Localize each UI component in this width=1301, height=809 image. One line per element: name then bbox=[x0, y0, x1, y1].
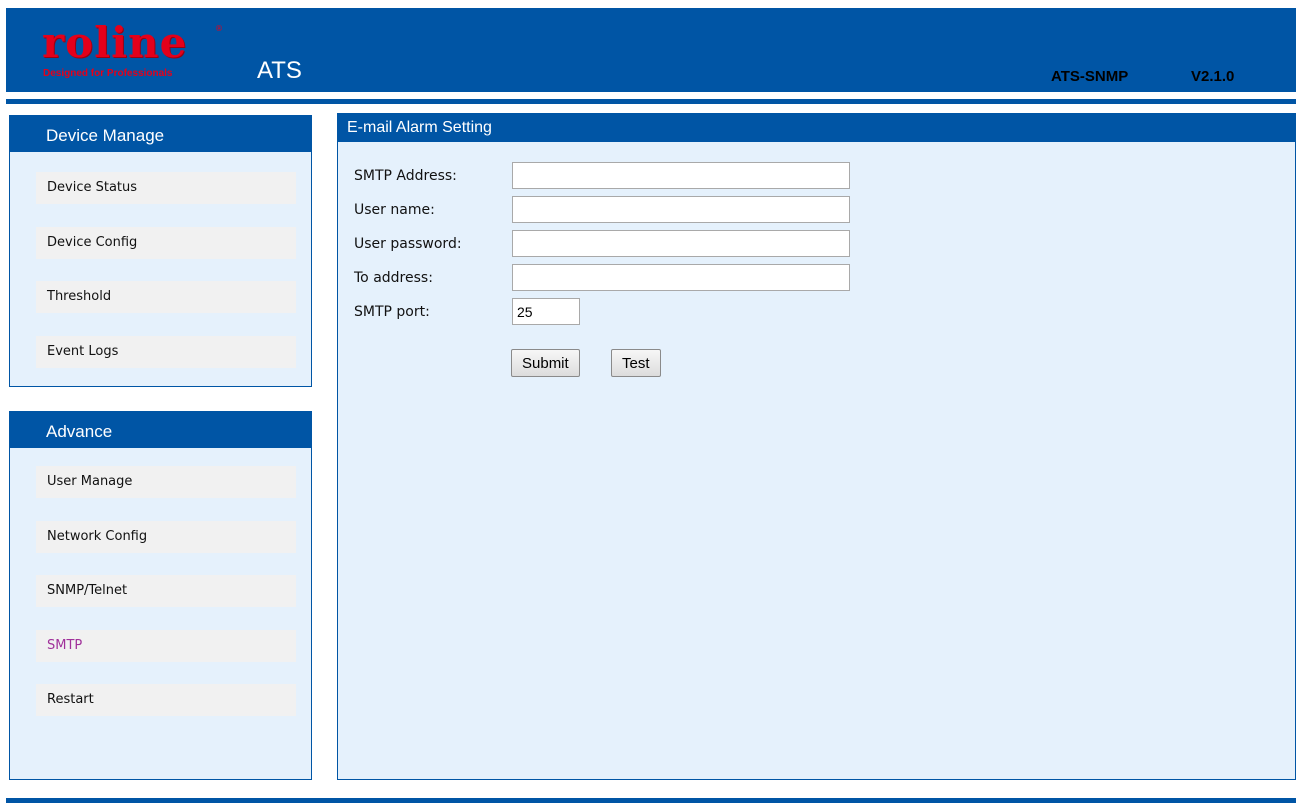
header-divider bbox=[6, 99, 1296, 104]
footer-divider bbox=[6, 798, 1296, 803]
to-address-input[interactable] bbox=[512, 264, 850, 291]
nav-device-config[interactable]: Device Config bbox=[36, 227, 296, 259]
email-alarm-panel: E-mail Alarm Setting SMTP Address: User … bbox=[337, 113, 1296, 780]
logo-registered-mark: ® bbox=[215, 24, 223, 33]
nav-device-status[interactable]: Device Status bbox=[36, 172, 296, 204]
device-manage-panel: Device Manage Device Status Device Confi… bbox=[9, 115, 312, 387]
smtp-port-input[interactable] bbox=[512, 298, 580, 325]
app-title: ATS bbox=[257, 57, 302, 84]
to-address-label: To address: bbox=[354, 270, 433, 286]
advance-heading: Advance bbox=[10, 412, 311, 448]
nav-threshold[interactable]: Threshold bbox=[36, 281, 296, 313]
roline-logo: roline ® Designed for Professionals bbox=[42, 18, 228, 84]
test-button[interactable]: Test bbox=[611, 349, 661, 377]
submit-button[interactable]: Submit bbox=[511, 349, 580, 377]
user-name-label: User name: bbox=[354, 202, 435, 218]
nav-smtp[interactable]: SMTP bbox=[36, 630, 296, 662]
user-password-label: User password: bbox=[354, 236, 462, 252]
firmware-version: V2.1.0 bbox=[1191, 68, 1235, 85]
email-alarm-heading: E-mail Alarm Setting bbox=[338, 114, 1295, 142]
logo-wordmark: roline bbox=[42, 18, 188, 67]
logo-tagline: Designed for Professionals bbox=[43, 68, 173, 79]
nav-event-logs[interactable]: Event Logs bbox=[36, 336, 296, 368]
advance-panel: Advance User Manage Network Config SNMP/… bbox=[9, 411, 312, 780]
smtp-address-label: SMTP Address: bbox=[354, 168, 457, 184]
nav-snmp-telnet[interactable]: SNMP/Telnet bbox=[36, 575, 296, 607]
user-password-input[interactable] bbox=[512, 230, 850, 257]
nav-restart[interactable]: Restart bbox=[36, 684, 296, 716]
nav-user-manage[interactable]: User Manage bbox=[36, 466, 296, 498]
user-name-input[interactable] bbox=[512, 196, 850, 223]
top-header: roline ® Designed for Professionals ATS … bbox=[6, 8, 1296, 92]
device-model: ATS-SNMP bbox=[1051, 68, 1129, 85]
smtp-port-label: SMTP port: bbox=[354, 304, 430, 320]
device-manage-heading: Device Manage bbox=[10, 116, 311, 152]
smtp-address-input[interactable] bbox=[512, 162, 850, 189]
nav-network-config[interactable]: Network Config bbox=[36, 521, 296, 553]
